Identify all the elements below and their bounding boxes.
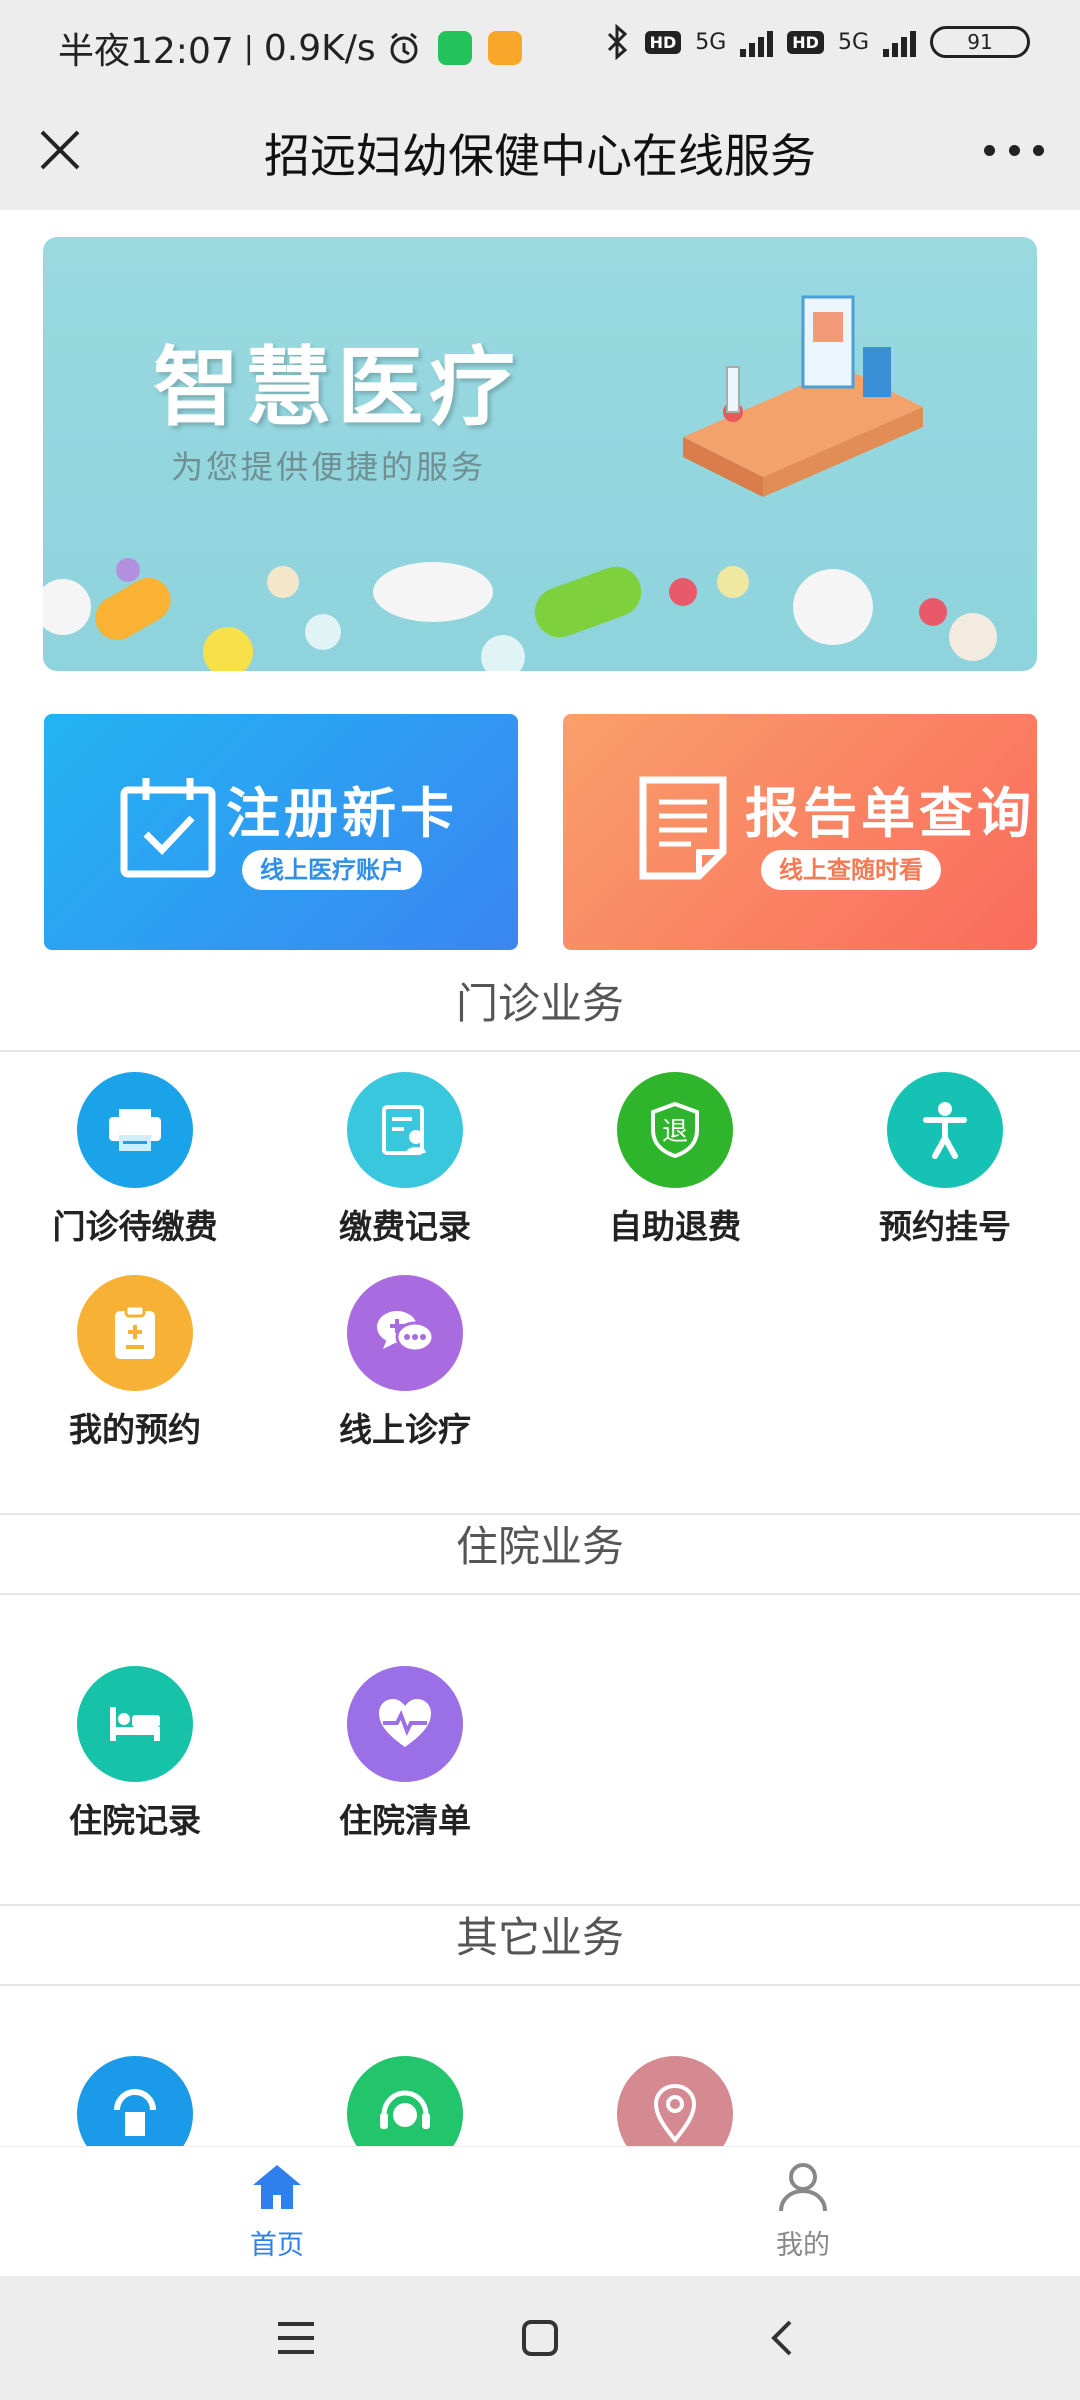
- alarm-icon: [390, 32, 418, 64]
- tab-home[interactable]: 首页: [177, 2161, 377, 2262]
- more-dot-icon: [1033, 144, 1044, 156]
- outpatient-pending-label: 门诊待缴费: [52, 1207, 218, 1246]
- appointment-registration-label: 预约挂号: [879, 1207, 1011, 1246]
- my-appointments-label: 我的预约: [69, 1410, 201, 1449]
- title-bar: 招远妇幼保健中心在线服务: [0, 90, 1080, 210]
- calendar-check-icon: [120, 778, 216, 878]
- medical-illustration: [43, 295, 997, 671]
- battery-indicator: 91: [930, 26, 1030, 58]
- appointment-registration[interactable]: 预约挂号: [810, 1072, 1080, 1248]
- hd-badge-1: HD: [644, 30, 682, 54]
- report-query-title: 报告单查询: [745, 782, 1035, 845]
- bluetooth-icon: [607, 24, 627, 60]
- refund-shield-icon: 退: [617, 1072, 733, 1188]
- register-card-button[interactable]: 注册新卡 线上医疗账户: [44, 714, 518, 950]
- status-bar: 半夜12:07 | 0.9K/s HD 5G HD 5G 91: [0, 0, 1080, 90]
- status-right: HD 5G HD 5G 91: [605, 24, 1030, 60]
- promo-banner[interactable]: 智慧医疗 为您提供便捷的服务: [43, 237, 1037, 671]
- svg-text:退: 退: [662, 1117, 688, 1147]
- home-square-icon[interactable]: [521, 2319, 559, 2357]
- home-icon: [253, 2165, 301, 2209]
- my-appointments[interactable]: 我的预约: [0, 1275, 270, 1451]
- more-options-button[interactable]: [984, 140, 1044, 160]
- payment-records-label: 缴费记录: [339, 1207, 471, 1246]
- signal-icon-2: [883, 27, 916, 57]
- online-consultation-label: 线上诊疗: [339, 1410, 471, 1449]
- self-refund[interactable]: 退 自助退费: [540, 1072, 810, 1248]
- person-icon: [887, 1072, 1003, 1188]
- inpatient-bill-label: 住院清单: [339, 1801, 471, 1840]
- page-title: 招远妇幼保健中心在线服务: [264, 129, 816, 183]
- status-speed: 0.9K/s: [263, 27, 376, 69]
- heart-pulse-icon: [347, 1666, 463, 1782]
- inpatient-records[interactable]: 住院记录: [0, 1666, 270, 1842]
- record-icon: [347, 1072, 463, 1188]
- status-left: 半夜12:07 | 0.9K/s: [58, 22, 522, 74]
- inpatient-bill-list[interactable]: 住院清单: [270, 1666, 540, 1842]
- menu-icon[interactable]: [276, 2320, 316, 2356]
- payment-records[interactable]: 缴费记录: [270, 1072, 540, 1248]
- phone-app-icon: [437, 31, 472, 65]
- status-separator: |: [243, 30, 254, 66]
- bottom-tab-bar: 首页 我的: [0, 2146, 1080, 2276]
- back-icon[interactable]: [768, 2318, 794, 2358]
- more-dot-icon: [984, 144, 995, 156]
- outpatient-pending-payment[interactable]: 门诊待缴费: [0, 1072, 270, 1248]
- inpatient-heading-text: 住院业务: [455, 1522, 624, 1571]
- system-navigation-bar: [0, 2276, 1080, 2400]
- location-pin-icon: [617, 2056, 733, 2146]
- bed-icon: [77, 1666, 193, 1782]
- report-query-button[interactable]: 报告单查询 线上查随时看: [563, 714, 1037, 950]
- chat-bubble-icon: [347, 1275, 463, 1391]
- other-service-3[interactable]: [540, 2056, 810, 2146]
- headset-icon: [347, 2056, 463, 2146]
- status-time: 半夜12:07: [58, 31, 234, 72]
- notes-app-icon: [487, 31, 522, 65]
- outpatient-heading-text: 门诊业务: [455, 979, 624, 1028]
- printer-icon: [77, 1072, 193, 1188]
- register-card-title: 注册新卡: [226, 782, 458, 845]
- other-heading-text: 其它业务: [455, 1913, 624, 1962]
- other-service-1[interactable]: [0, 2056, 270, 2146]
- tab-home-label: 首页: [250, 2230, 304, 2261]
- tab-mine-label: 我的: [776, 2230, 830, 2261]
- inpatient-records-label: 住院记录: [69, 1801, 201, 1840]
- other-service-2[interactable]: [270, 2056, 540, 2146]
- report-query-pill: 线上查随时看: [761, 850, 941, 890]
- hd-badge-2: HD: [787, 30, 824, 54]
- network-5g-1: 5G: [695, 29, 727, 55]
- inpatient-section-heading: 住院业务: [0, 1515, 1080, 1595]
- register-card-pill: 线上医疗账户: [242, 850, 422, 890]
- app-screen: 半夜12:07 | 0.9K/s HD 5G HD 5G 91 招远妇幼保健中心…: [0, 0, 1080, 2400]
- network-5g-2: 5G: [837, 29, 869, 55]
- tab-mine[interactable]: 我的: [703, 2161, 903, 2262]
- document-icon: [639, 776, 727, 880]
- seat-icon: [77, 2056, 193, 2146]
- user-profile-icon: [779, 2163, 827, 2212]
- outpatient-section-heading: 门诊业务: [0, 972, 1080, 1052]
- other-section-heading: 其它业务: [0, 1906, 1080, 1986]
- signal-icon-1: [740, 27, 774, 57]
- more-dot-icon: [1008, 144, 1020, 156]
- self-refund-label: 自助退费: [609, 1207, 741, 1246]
- online-consultation[interactable]: 线上诊疗: [270, 1275, 540, 1451]
- clipboard-icon: [77, 1275, 193, 1391]
